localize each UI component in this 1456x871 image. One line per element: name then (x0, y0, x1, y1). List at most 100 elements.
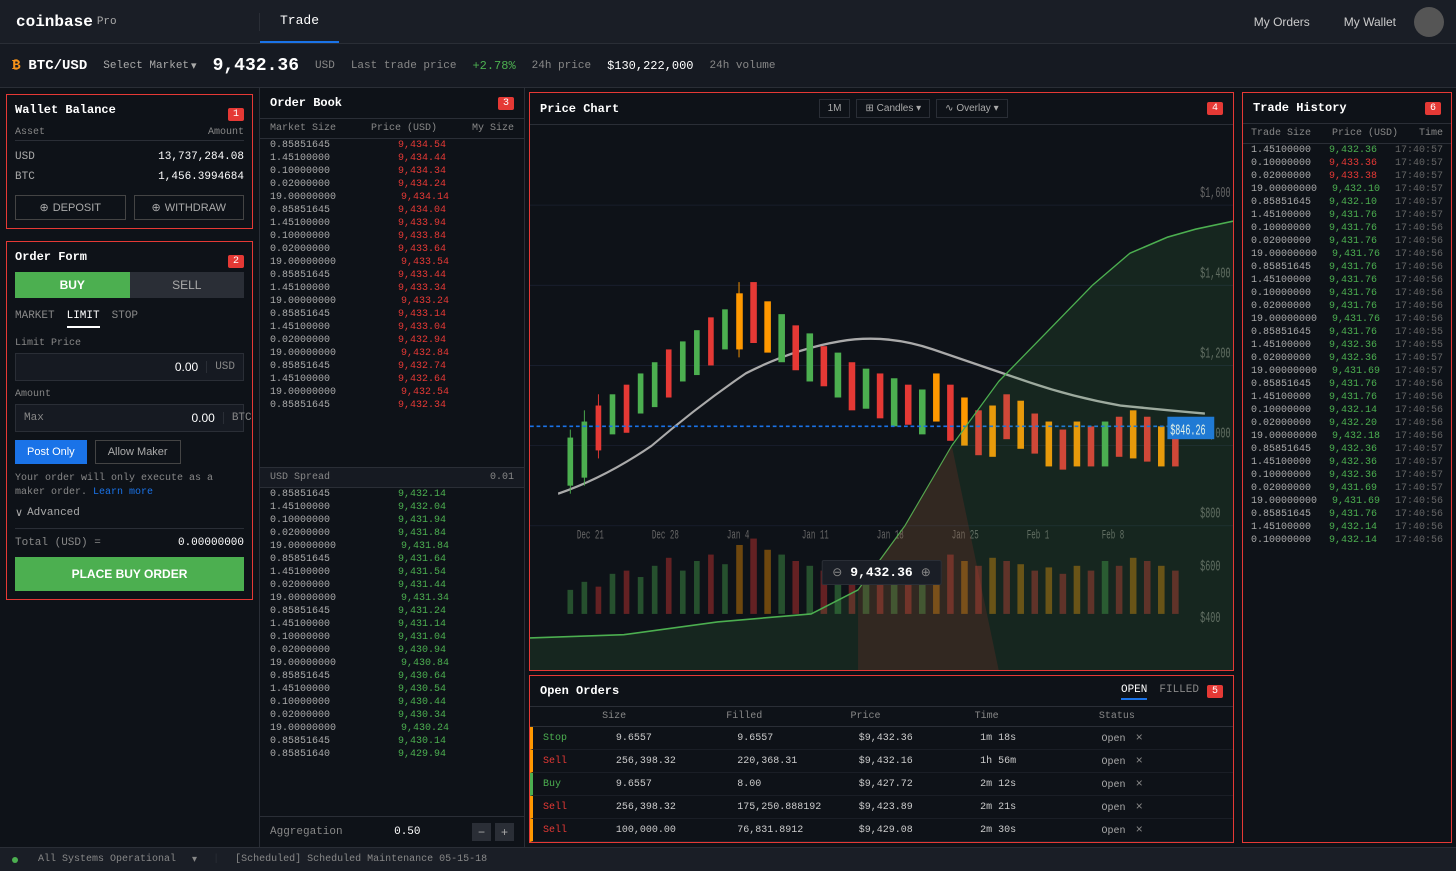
allow-maker-button[interactable]: Allow Maker (95, 440, 181, 464)
withdraw-icon: ⊕ (151, 201, 160, 214)
ob-bid-row[interactable]: 0.858516459,432.14 (260, 488, 524, 501)
ob-bid-row[interactable]: 19.000000009,430.24 (260, 722, 524, 735)
ob-ask-row[interactable]: 0.858516459,434.54 (260, 139, 524, 152)
ob-bid-row[interactable]: 1.451000009,431.54 (260, 566, 524, 579)
nav-wallet-button[interactable]: My Wallet (1328, 9, 1412, 35)
candles-button[interactable]: ⊞ Candles ▾ (856, 99, 930, 118)
ob-bid-row[interactable]: 0.020000009,431.44 (260, 579, 524, 592)
post-only-button[interactable]: Post Only (15, 440, 87, 464)
ob-ask-row[interactable]: 0.020000009,434.24 (260, 178, 524, 191)
tab-stop[interactable]: STOP (112, 306, 138, 328)
price-chart-svg: $1,600 $1,400 $1,200 $1,000 $800 $600 $4… (530, 125, 1233, 670)
timeframe-1m-button[interactable]: 1M (819, 99, 851, 118)
tab-market[interactable]: MARKET (15, 306, 55, 328)
ob-bid-row[interactable]: 0.858516459,431.64 (260, 553, 524, 566)
close-order-icon[interactable]: × (1136, 777, 1143, 791)
avatar[interactable] (1414, 7, 1444, 37)
oo-tab-open[interactable]: OPEN (1121, 682, 1147, 700)
price-plus-icon[interactable]: ⊕ (921, 565, 931, 580)
ob-ask-row[interactable]: 19.000000009,433.54 (260, 256, 524, 269)
amount-max[interactable]: Max (16, 412, 52, 424)
header: coinbase Pro Trade My Orders My Wallet (0, 0, 1456, 44)
ob-bid-row[interactable]: 0.858516409,429.94 (260, 748, 524, 761)
agg-controls: − + (472, 823, 514, 841)
market-select[interactable]: Select Market ▾ (103, 59, 196, 73)
advanced-toggle[interactable]: ∨ Advanced (15, 506, 244, 520)
ob-bid-row[interactable]: 1.451000009,431.14 (260, 618, 524, 631)
chart-current-price: 9,432.36 (850, 565, 912, 580)
ob-ask-row[interactable]: 0.020000009,433.64 (260, 243, 524, 256)
close-order-icon[interactable]: × (1136, 731, 1143, 745)
trade-history-title: Trade History (1253, 101, 1347, 115)
ob-ask-row[interactable]: 19.000000009,432.84 (260, 347, 524, 360)
price-minus-icon[interactable]: ⊖ (832, 565, 842, 580)
nav-trade[interactable]: Trade (260, 0, 339, 43)
buy-tab[interactable]: BUY (15, 272, 130, 298)
chart-controls: 1M ⊞ Candles ▾ ∿ Overlay ▾ (819, 99, 1008, 118)
ob-ask-row[interactable]: 1.451000009,433.34 (260, 282, 524, 295)
close-order-icon[interactable]: × (1136, 754, 1143, 768)
ob-ask-row[interactable]: 0.858516459,433.14 (260, 308, 524, 321)
order-book-num: 3 (498, 97, 514, 110)
oo-num: 5 (1207, 685, 1223, 698)
ob-bid-row[interactable]: 0.100000009,430.44 (260, 696, 524, 709)
deposit-button[interactable]: ⊕ DEPOSIT (15, 195, 126, 220)
overlay-button[interactable]: ∿ Overlay ▾ (936, 99, 1007, 118)
total-row: Total (USD) = 0.00000000 (15, 528, 244, 549)
ob-ask-row[interactable]: 1.451000009,433.94 (260, 217, 524, 230)
ob-ask-row[interactable]: 0.858516459,432.34 (260, 399, 524, 412)
status-chevron[interactable]: ▾ (192, 854, 197, 866)
th-row: 0.020000009,431.7617:40:56 (1243, 235, 1451, 248)
learn-more-link[interactable]: Learn more (93, 487, 153, 498)
ob-ask-row[interactable]: 1.451000009,433.04 (260, 321, 524, 334)
ob-bid-row[interactable]: 0.020000009,430.94 (260, 644, 524, 657)
oo-col-price: Price (850, 711, 974, 722)
ob-bid-row[interactable]: 0.020000009,431.84 (260, 527, 524, 540)
ob-ask-row[interactable]: 0.100000009,433.84 (260, 230, 524, 243)
ob-ask-row[interactable]: 0.100000009,434.34 (260, 165, 524, 178)
place-order-button[interactable]: PLACE BUY ORDER (15, 557, 244, 591)
oo-tab-filled[interactable]: FILLED (1159, 682, 1199, 700)
ob-bid-row[interactable]: 19.000000009,430.84 (260, 657, 524, 670)
limit-price-currency: USD (206, 361, 243, 373)
ob-ask-row[interactable]: 1.451000009,434.44 (260, 152, 524, 165)
ob-ask-row[interactable]: 0.020000009,432.94 (260, 334, 524, 347)
ob-bid-row[interactable]: 0.100000009,431.94 (260, 514, 524, 527)
ob-bid-row[interactable]: 0.858516459,430.64 (260, 670, 524, 683)
ob-bid-row[interactable]: 19.000000009,431.34 (260, 592, 524, 605)
th-row: 0.858516459,431.7617:40:56 (1243, 378, 1451, 391)
limit-price-input[interactable] (16, 354, 206, 380)
order-form-title: Order Form (15, 250, 87, 264)
ob-ask-row[interactable]: 1.451000009,432.64 (260, 373, 524, 386)
agg-plus-button[interactable]: + (495, 823, 514, 841)
ob-bid-row[interactable]: 0.858516459,431.24 (260, 605, 524, 618)
close-order-icon[interactable]: × (1136, 800, 1143, 814)
sell-tab[interactable]: SELL (130, 272, 245, 298)
amount-input[interactable] (52, 405, 223, 431)
ob-bid-row[interactable]: 0.858516459,430.14 (260, 735, 524, 748)
close-order-icon[interactable]: × (1136, 823, 1143, 837)
th-row: 19.000000009,431.7617:40:56 (1243, 313, 1451, 326)
withdraw-button[interactable]: ⊕ WITHDRAW (134, 195, 245, 220)
ob-ask-row[interactable]: 0.858516459,432.74 (260, 360, 524, 373)
ob-ask-row[interactable]: 19.000000009,433.24 (260, 295, 524, 308)
ob-aggregation: Aggregation 0.50 − + (260, 816, 524, 847)
ob-ask-row[interactable]: 19.000000009,434.14 (260, 191, 524, 204)
nav-orders-button[interactable]: My Orders (1238, 9, 1326, 35)
ob-ask-row[interactable]: 19.000000009,432.54 (260, 386, 524, 399)
ob-ask-row[interactable]: 0.858516459,433.44 (260, 269, 524, 282)
ob-ask-row[interactable]: 0.858516459,434.04 (260, 204, 524, 217)
usd-asset-row: USD 13,737,284.08 (15, 147, 244, 167)
ob-bid-row[interactable]: 19.000000009,431.84 (260, 540, 524, 553)
ob-bid-row[interactable]: 0.100000009,431.04 (260, 631, 524, 644)
chart-header: Price Chart 1M ⊞ Candles ▾ ∿ Overlay ▾ 4 (530, 93, 1233, 125)
agg-minus-button[interactable]: − (472, 823, 491, 841)
amount-currency: BTC (223, 412, 260, 424)
ob-bid-row[interactable]: 1.451000009,430.54 (260, 683, 524, 696)
ob-bid-row[interactable]: 1.451000009,432.04 (260, 501, 524, 514)
market-volume: $130,222,000 (607, 59, 693, 73)
order-book-panel: Order Book 3 Market Size Price (USD) My … (260, 88, 525, 847)
th-row: 1.451000009,432.3617:40:57 (1243, 144, 1451, 157)
ob-bid-row[interactable]: 0.020000009,430.34 (260, 709, 524, 722)
tab-limit[interactable]: LIMIT (67, 306, 100, 328)
